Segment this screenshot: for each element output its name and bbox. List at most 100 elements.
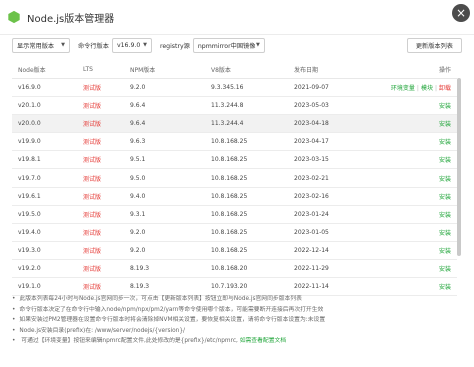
cell-npm-version: 8.19.3 [124,259,205,279]
cell-node-version: v19.5.0 [12,205,77,224]
note-item: Node.js安装目录(prefix)在: /www/server/nodejs… [12,326,464,337]
cell-lts: 测试版 [77,96,124,116]
cell-lts: 测试版 [77,277,124,297]
cell-actions: 安装 [377,132,457,152]
cell-v8-version: 10.8.168.25 [205,150,288,170]
cell-node-version: v19.1.0 [12,277,77,297]
cell-lts: 测试版 [77,150,124,170]
chevron-down-icon: ▼ [143,42,147,48]
cell-npm-version: 9.3.1 [124,205,205,224]
scrollbar[interactable] [457,78,461,256]
cell-npm-version: 9.5.0 [124,168,205,188]
cell-v8-version: 10.8.168.25 [205,241,288,260]
cell-lts: 测试版 [77,187,124,206]
cell-lts: 测试版 [77,78,124,98]
close-button[interactable]: × [452,4,470,22]
cell-node-version: v20.0.0 [12,114,77,134]
uninstall-link[interactable]: 卸载 [439,85,451,92]
env-vars-link[interactable]: 环境变量 [391,85,415,92]
version-filter-select[interactable]: 显示常用版本 ▼ [12,37,70,53]
cell-node-version: v19.2.0 [12,259,77,279]
note-item: 可通过【环境变量】按钮来编辑npmrc配置文件,此处修改的是{prefix}/e… [12,336,464,347]
cell-actions: 安装 [377,241,457,260]
install-link[interactable]: 安装 [439,248,451,255]
cell-lts: 测试版 [77,223,124,242]
cell-npm-version: 9.5.1 [124,150,205,170]
col-npm-version: NPM版本 [124,60,205,79]
refresh-version-list-button[interactable]: 更新版本列表 [406,37,462,53]
cell-actions: 安装 [377,96,457,116]
cell-release-date: 2022-11-29 [288,259,377,279]
cell-node-version: v16.9.0 [12,78,77,98]
notes-list: 此版本列表每24小时与Node.js官网同步一次，可点击【更新版本列表】按钮立即… [12,294,464,347]
cell-lts: 测试版 [77,259,124,279]
separator: | [416,85,419,93]
registry-select[interactable]: npmmirror中国镜像 ▼ [192,37,265,53]
cell-v8-version: 11.3.244.8 [205,96,288,116]
note-text: 可通过【环境变量】按钮来编辑npmrc配置文件,此处修改的是{prefix}/e… [21,338,238,345]
version-filter-value: 显示常用版本 [17,42,55,50]
cell-release-date: 2023-01-05 [288,223,377,242]
note-item: 此版本列表每24小时与Node.js官网同步一次，可点击【更新版本列表】按钮立即… [12,294,464,305]
nodejs-version-manager-dialog: Node.js版本管理器 × 显示常用版本 ▼ 命令行版本 v16.9.0 ▼ … [0,0,474,367]
view-config-docs-link[interactable]: 如需查看配置文档 [240,338,286,344]
registry-label: registry源 [159,42,190,50]
cell-node-version: v19.8.1 [12,150,77,170]
cell-npm-version: 9.4.0 [124,187,205,206]
install-link[interactable]: 安装 [439,194,451,201]
cell-release-date: 2023-01-24 [288,205,377,224]
cell-v8-version: 10.8.168.20 [205,259,288,279]
cell-v8-version: 10.7.193.20 [205,277,288,297]
cell-release-date: 2022-12-14 [288,241,377,260]
cell-v8-version: 10.8.168.25 [205,187,288,206]
cell-actions: 安装 [377,259,457,279]
cell-lts: 测试版 [77,132,124,152]
install-link[interactable]: 安装 [439,212,451,219]
cell-node-version: v20.1.0 [12,96,77,116]
table-row: v19.3.0 测试版 9.2.0 10.8.168.25 2022-12-14 安装 [12,241,457,260]
cell-node-version: v19.6.1 [12,187,77,206]
table-row: v19.2.0 测试版 8.19.3 10.8.168.20 2022-11-29 安装 [12,259,457,279]
cell-release-date: 2021-09-07 [288,78,377,98]
note-item: 命令行版本决定了在命令行中输入node/npm/npx/pm2/yarn等命令使… [12,305,464,316]
cell-npm-version: 9.2.0 [124,78,205,98]
cli-version-label: 命令行版本 [78,42,109,50]
cell-actions: 环境变量 | 模块 | 卸载 [377,78,457,98]
cell-npm-version: 9.6.4 [124,114,205,134]
cell-actions: 安装 [377,223,457,242]
install-link[interactable]: 安装 [439,157,451,164]
cell-release-date: 2023-04-17 [288,132,377,152]
install-link[interactable]: 安装 [439,121,451,128]
nodejs-logo-icon [8,10,20,24]
cell-actions: 安装 [377,187,457,206]
table-row: v19.4.0 测试版 9.2.0 10.8.168.25 2023-01-05 安装 [12,223,457,242]
cell-node-version: v19.4.0 [12,223,77,242]
table-row: v19.1.0 测试版 8.19.3 10.7.193.20 2022-11-14 安装 [12,277,457,297]
cell-v8-version: 10.8.168.25 [205,132,288,152]
cli-version-select[interactable]: v16.9.0 ▼ [111,37,152,53]
cell-npm-version: 9.6.4 [124,96,205,116]
modules-link[interactable]: 模块 [421,85,433,92]
table-row: v19.9.0 测试版 9.6.3 10.8.168.25 2023-04-17 安装 [12,132,457,152]
cell-node-version: v19.7.0 [12,168,77,188]
cell-npm-version: 9.2.0 [124,223,205,242]
install-link[interactable]: 安装 [439,230,451,237]
install-link[interactable]: 安装 [439,266,451,273]
cell-actions: 安装 [377,168,457,188]
table-row: v19.6.1 测试版 9.4.0 10.8.168.25 2023-02-16 安装 [12,187,457,206]
table-row: v20.1.0 测试版 9.6.4 11.3.244.8 2023-05-03 安装 [12,96,457,116]
install-link[interactable]: 安装 [439,176,451,183]
separator: | [434,85,437,93]
cell-release-date: 2023-03-15 [288,150,377,170]
install-link[interactable]: 安装 [439,103,451,110]
cell-actions: 安装 [377,277,457,297]
cell-lts: 测试版 [77,241,124,260]
col-v8-version: V8版本 [205,60,288,79]
table-row: v19.5.0 测试版 9.3.1 10.8.168.25 2023-01-24 安装 [12,205,457,224]
cell-actions: 安装 [377,114,457,134]
install-link[interactable]: 安装 [439,284,451,291]
install-link[interactable]: 安装 [439,139,451,146]
table-row: v19.7.0 测试版 9.5.0 10.8.168.25 2023-02-21 安装 [12,168,457,188]
col-actions: 操作 [377,60,457,79]
cell-lts: 测试版 [77,168,124,188]
